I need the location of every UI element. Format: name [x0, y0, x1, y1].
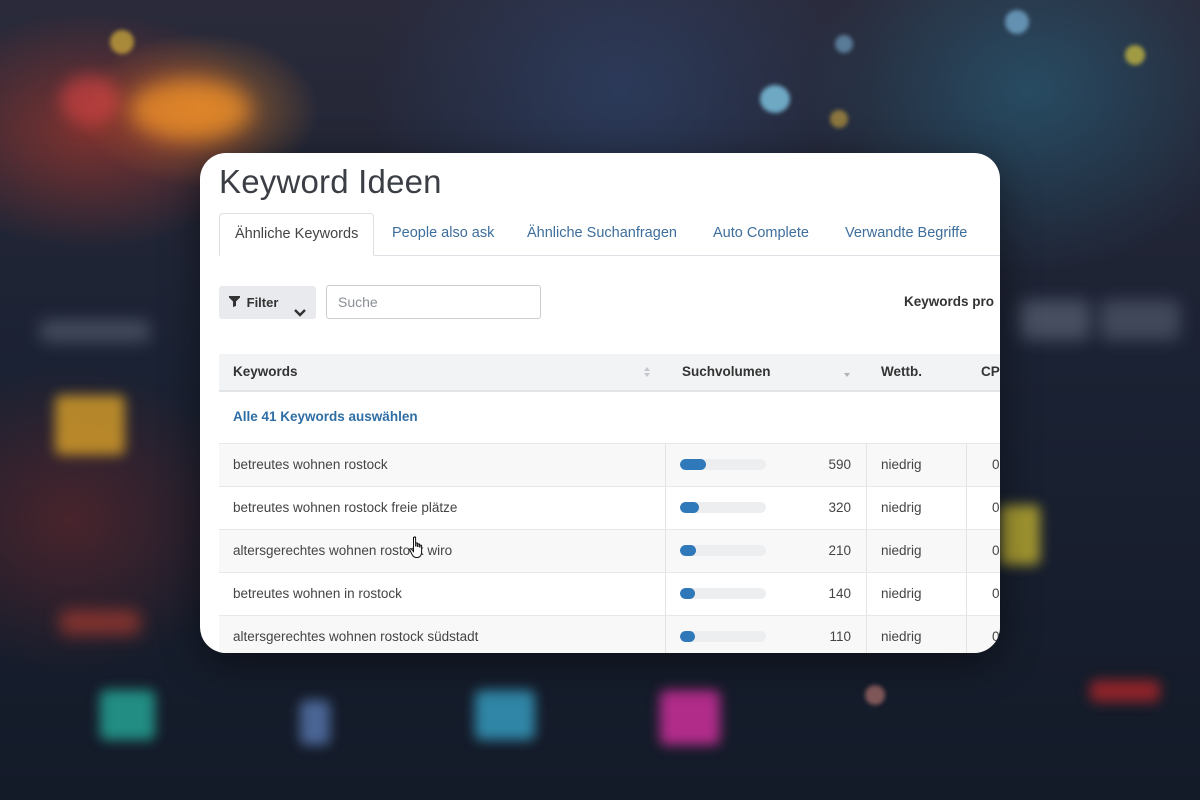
- competition-value: niedrig: [881, 629, 922, 644]
- volume-value: 210: [828, 543, 851, 558]
- column-header-cpc[interactable]: CP: [981, 354, 1000, 390]
- column-divider: [966, 444, 967, 486]
- filter-icon: [229, 286, 240, 319]
- keywords-per-page-label: Keywords pro: [904, 294, 995, 309]
- cpc-value: 0: [992, 543, 1000, 558]
- tab-verwandte-begriffe[interactable]: Verwandte Begriffe: [830, 213, 982, 254]
- volume-value: 140: [828, 586, 851, 601]
- volume-bar-fill: [680, 545, 697, 556]
- volume-bar: [680, 545, 766, 556]
- competition-value: niedrig: [881, 586, 922, 601]
- volume-bar-fill: [680, 588, 695, 599]
- sort-desc-icon[interactable]: [843, 365, 851, 383]
- column-divider: [866, 616, 867, 653]
- sort-icon[interactable]: [643, 365, 651, 383]
- table-row[interactable]: betreutes wohnen rostock 590 niedrig 0: [219, 444, 1000, 487]
- table-row[interactable]: betreutes wohnen in rostock 140 niedrig 0: [219, 573, 1000, 616]
- chevron-down-icon: [294, 297, 306, 330]
- table-row[interactable]: altersgerechtes wohnen rostock wiro 210 ni…: [219, 530, 1000, 573]
- table-header: Keywords Suchvolumen Wettb. CP: [219, 354, 1000, 392]
- column-divider: [866, 573, 867, 615]
- search-input[interactable]: [326, 285, 541, 319]
- keyword-ideas-card: Keyword Ideen Ähnliche Keywords People a…: [200, 153, 1000, 653]
- table-row[interactable]: altersgerechtes wohnen rostock südstadt 1…: [219, 616, 1000, 653]
- volume-bar-fill: [680, 502, 699, 513]
- cpc-value: 0: [992, 586, 1000, 601]
- volume-value: 110: [829, 629, 851, 644]
- keyword-cell: betreutes wohnen rostock freie plätze: [233, 500, 458, 515]
- tab-aehnliche-suchanfragen[interactable]: Ähnliche Suchanfragen: [512, 213, 692, 254]
- filter-label: Filter: [246, 295, 279, 310]
- column-divider: [665, 530, 666, 572]
- column-divider: [665, 573, 666, 615]
- table-body: betreutes wohnen rostock 590 niedrig 0 betre…: [219, 444, 1000, 653]
- competition-value: niedrig: [881, 500, 922, 515]
- cpc-value: 0: [992, 457, 1000, 472]
- column-divider: [966, 573, 967, 615]
- volume-bar: [680, 502, 766, 513]
- column-divider: [866, 444, 867, 486]
- volume-bar: [680, 631, 766, 642]
- column-divider: [866, 530, 867, 572]
- keyword-cell: betreutes wohnen rostock: [233, 457, 388, 472]
- column-divider: [966, 530, 967, 572]
- select-all-row: Alle 41 Keywords auswählen: [219, 392, 1000, 444]
- tab-bar: Ähnliche Keywords People also ask Ähnlic…: [219, 213, 1000, 256]
- table-row[interactable]: betreutes wohnen rostock freie plätze 320…: [219, 487, 1000, 530]
- cpc-value: 0: [992, 629, 1000, 644]
- competition-value: niedrig: [881, 543, 922, 558]
- column-divider: [966, 616, 967, 653]
- tab-people-also-ask[interactable]: People also ask: [377, 213, 509, 254]
- column-divider: [866, 487, 867, 529]
- volume-bar: [680, 459, 766, 470]
- tab-auto-complete[interactable]: Auto Complete: [698, 213, 824, 254]
- column-divider: [665, 616, 666, 653]
- hand-cursor-icon: [409, 536, 425, 565]
- volume-bar-fill: [680, 631, 695, 642]
- select-all-keywords-link[interactable]: Alle 41 Keywords auswählen: [233, 409, 418, 424]
- keyword-cell: altersgerechtes wohnen rostock südstadt: [233, 629, 479, 644]
- keyword-table: Keywords Suchvolumen Wettb. CP Alle 41 K…: [219, 354, 1000, 653]
- volume-value: 590: [828, 457, 851, 472]
- column-divider: [665, 444, 666, 486]
- filter-button[interactable]: Filter: [219, 286, 316, 319]
- cpc-value: 0: [992, 500, 1000, 515]
- volume-value: 320: [828, 500, 851, 515]
- volume-bar: [680, 588, 766, 599]
- volume-bar-fill: [680, 459, 706, 470]
- column-divider: [966, 487, 967, 529]
- column-header-keywords[interactable]: Keywords: [233, 354, 298, 390]
- keyword-cell: betreutes wohnen in rostock: [233, 586, 402, 601]
- tab-aehnliche-keywords[interactable]: Ähnliche Keywords: [219, 213, 375, 256]
- page-title: Keyword Ideen: [219, 163, 442, 200]
- column-header-wettbewerb[interactable]: Wettb.: [881, 354, 922, 390]
- column-header-suchvolumen[interactable]: Suchvolumen: [682, 354, 771, 390]
- column-divider: [665, 487, 666, 529]
- competition-value: niedrig: [881, 457, 922, 472]
